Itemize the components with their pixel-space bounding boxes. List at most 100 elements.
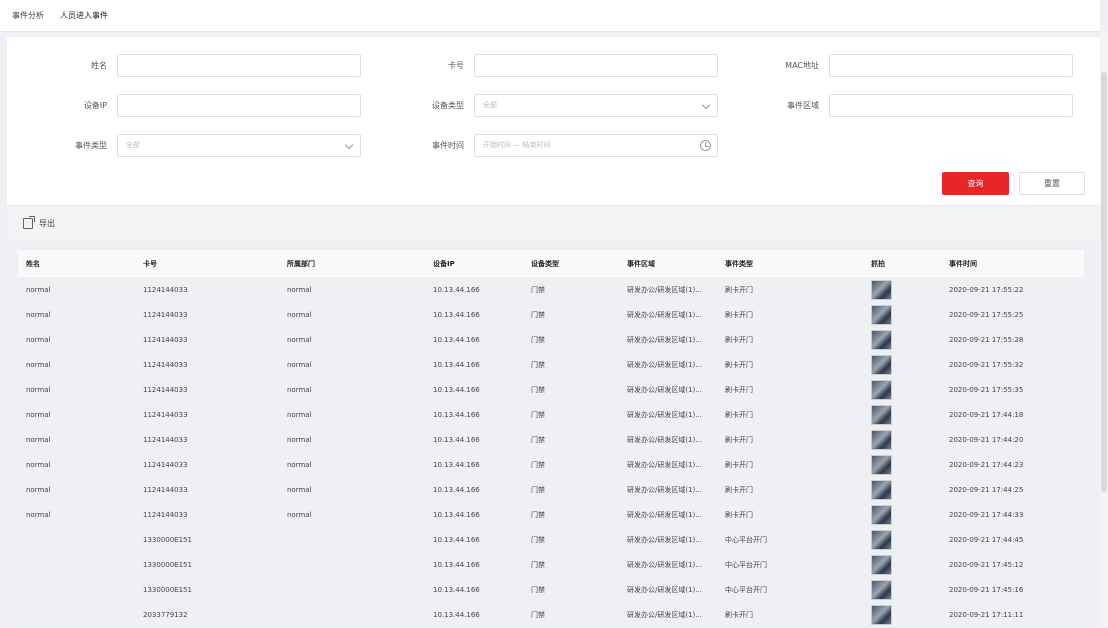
snapshot-thumbnail[interactable] [871, 605, 892, 625]
table-cell: 门禁 [531, 411, 545, 419]
table-cell: 刷卡开门 [725, 311, 753, 319]
snapshot-thumbnail[interactable] [871, 405, 892, 425]
chevron-down-icon [701, 100, 711, 110]
table-row[interactable]: normal 1124144033 normal 10.13.44.166 门禁 研发办公… [18, 403, 1084, 428]
breadcrumb-item-event-analysis[interactable]: 事件分析 [12, 10, 44, 21]
table-cell: 研发办公/研发区域(1)... [627, 486, 702, 494]
table-row[interactable]: normal 1124144033 normal 10.13.44.166 门禁 研发办公… [18, 328, 1084, 353]
table-cell: 刷卡开门 [725, 611, 753, 619]
table-cell: 10.13.44.166 [433, 536, 480, 544]
filter-label: 事件区域 [787, 101, 819, 110]
table-cell: normal [26, 336, 51, 344]
table-cell: 2020-09-21 17:44:25 [949, 486, 1024, 494]
table-row[interactable]: 1330000E151 10.13.44.166 门禁 研发办公/研发区域(1)...… [18, 578, 1084, 603]
export-button[interactable]: 导出 [39, 218, 55, 229]
table-cell: 门禁 [531, 561, 545, 569]
event-area-input[interactable] [829, 94, 1073, 117]
snapshot-cell [863, 480, 941, 500]
chevron-down-icon [344, 140, 354, 150]
page-scrollbar[interactable] [1100, 32, 1108, 626]
table-cell: normal [26, 461, 51, 469]
snapshot-cell [863, 405, 941, 425]
table-cell: 2020-09-21 17:44:18 [949, 411, 1024, 419]
table-cell: 2020-09-21 17:44:45 [949, 536, 1024, 544]
table-cell: 1124144033 [143, 386, 188, 394]
table-cell: normal [26, 311, 51, 319]
snapshot-cell [863, 555, 941, 575]
snapshot-cell [863, 455, 941, 475]
event-time-range[interactable]: 开始时间 — 结束时间 [474, 134, 718, 157]
snapshot-thumbnail[interactable] [871, 355, 892, 375]
table-cell: 研发办公/研发区域(1)... [627, 461, 702, 469]
col-header-card[interactable]: 卡号 [135, 259, 279, 269]
mac-input[interactable] [829, 54, 1073, 77]
table-row[interactable]: normal 1124144033 normal 10.13.44.166 门禁 研发办公… [18, 303, 1084, 328]
snapshot-thumbnail[interactable] [871, 430, 892, 450]
filter-label: 姓名 [91, 61, 107, 70]
filter-label: 事件类型 [75, 141, 107, 150]
col-header-name[interactable]: 姓名 [18, 259, 135, 269]
table-row[interactable]: normal 1124144033 normal 10.13.44.166 门禁 研发办公… [18, 353, 1084, 378]
snapshot-thumbnail[interactable] [871, 380, 892, 400]
scrollbar-thumb[interactable] [1101, 72, 1107, 492]
table-row[interactable]: normal 1124144033 normal 10.13.44.166 门禁 研发办公… [18, 278, 1084, 303]
table-row[interactable]: normal 1124144033 normal 10.13.44.166 门禁 研发办公… [18, 478, 1084, 503]
col-header-event-time[interactable]: 事件时间 [941, 259, 1084, 269]
table-cell: 10.13.44.166 [433, 461, 480, 469]
table-row[interactable]: normal 1124144033 normal 10.13.44.166 门禁 研发办公… [18, 503, 1084, 528]
col-header-dept: 所属部门 [287, 259, 315, 268]
table-cell: normal [287, 336, 312, 344]
table-cell: 刷卡开门 [725, 361, 753, 369]
table-cell: 研发办公/研发区域(1)... [627, 386, 702, 394]
table-row[interactable]: 1330000E151 10.13.44.166 门禁 研发办公/研发区域(1)...… [18, 553, 1084, 578]
snapshot-thumbnail[interactable] [871, 280, 892, 300]
table-cell: 刷卡开门 [725, 436, 753, 444]
export-icon[interactable] [23, 216, 35, 229]
table-cell: 10.13.44.166 [433, 511, 480, 519]
table-cell: 刷卡开门 [725, 336, 753, 344]
table-cell: 2020-09-21 17:11:11 [949, 611, 1024, 619]
table-cell: 门禁 [531, 311, 545, 319]
snapshot-thumbnail[interactable] [871, 530, 892, 550]
table-row[interactable]: 2033779132 10.13.44.166 门禁 研发办公/研发区域(1)... 刷… [18, 603, 1084, 628]
table-cell: 门禁 [531, 436, 545, 444]
query-button[interactable]: 查询 [942, 172, 1009, 195]
event-type-select[interactable]: 全部 [117, 134, 361, 157]
filter-device-ip: 设备IP [7, 94, 361, 117]
table-row[interactable]: 1330000E151 10.13.44.166 门禁 研发办公/研发区域(1)...… [18, 528, 1084, 553]
snapshot-thumbnail[interactable] [871, 330, 892, 350]
snapshot-thumbnail[interactable] [871, 555, 892, 575]
breadcrumb-item-current: 人员进入事件 [60, 11, 108, 20]
select-value: 全部 [126, 141, 140, 149]
reset-button[interactable]: 重置 [1019, 172, 1085, 195]
snapshot-thumbnail[interactable] [871, 455, 892, 475]
snapshot-thumbnail[interactable] [871, 505, 892, 525]
table-cell: 10.13.44.166 [433, 561, 480, 569]
table-cell: 刷卡开门 [725, 511, 753, 519]
device-type-select[interactable]: 全部 [474, 94, 718, 117]
table-cell: 10.13.44.166 [433, 311, 480, 319]
table-cell: normal [26, 436, 51, 444]
table-cell: 1124144033 [143, 461, 188, 469]
table-cell: 研发办公/研发区域(1)... [627, 611, 702, 619]
table-row[interactable]: normal 1124144033 normal 10.13.44.166 门禁 研发办公… [18, 378, 1084, 403]
table-row[interactable]: normal 1124144033 normal 10.13.44.166 门禁 研发办公… [18, 428, 1084, 453]
device-ip-input[interactable] [117, 94, 361, 117]
table-cell: 10.13.44.166 [433, 411, 480, 419]
snapshot-cell [863, 305, 941, 325]
table-cell: 研发办公/研发区域(1)... [627, 536, 702, 544]
table-cell: 刷卡开门 [725, 386, 753, 394]
table-row[interactable]: normal 1124144033 normal 10.13.44.166 门禁 研发办公… [18, 453, 1084, 478]
table-cell: 研发办公/研发区域(1)... [627, 361, 702, 369]
snapshot-thumbnail[interactable] [871, 480, 892, 500]
snapshot-thumbnail[interactable] [871, 305, 892, 325]
table-cell: 研发办公/研发区域(1)... [627, 286, 702, 294]
snapshot-cell [863, 605, 941, 625]
table-cell: 中心平台开门 [725, 536, 767, 544]
table-cell: 中心平台开门 [725, 586, 767, 594]
name-input[interactable] [117, 54, 361, 77]
snapshot-cell [863, 330, 941, 350]
table-cell: 10.13.44.166 [433, 336, 480, 344]
card-input[interactable] [474, 54, 718, 77]
snapshot-thumbnail[interactable] [871, 580, 892, 600]
